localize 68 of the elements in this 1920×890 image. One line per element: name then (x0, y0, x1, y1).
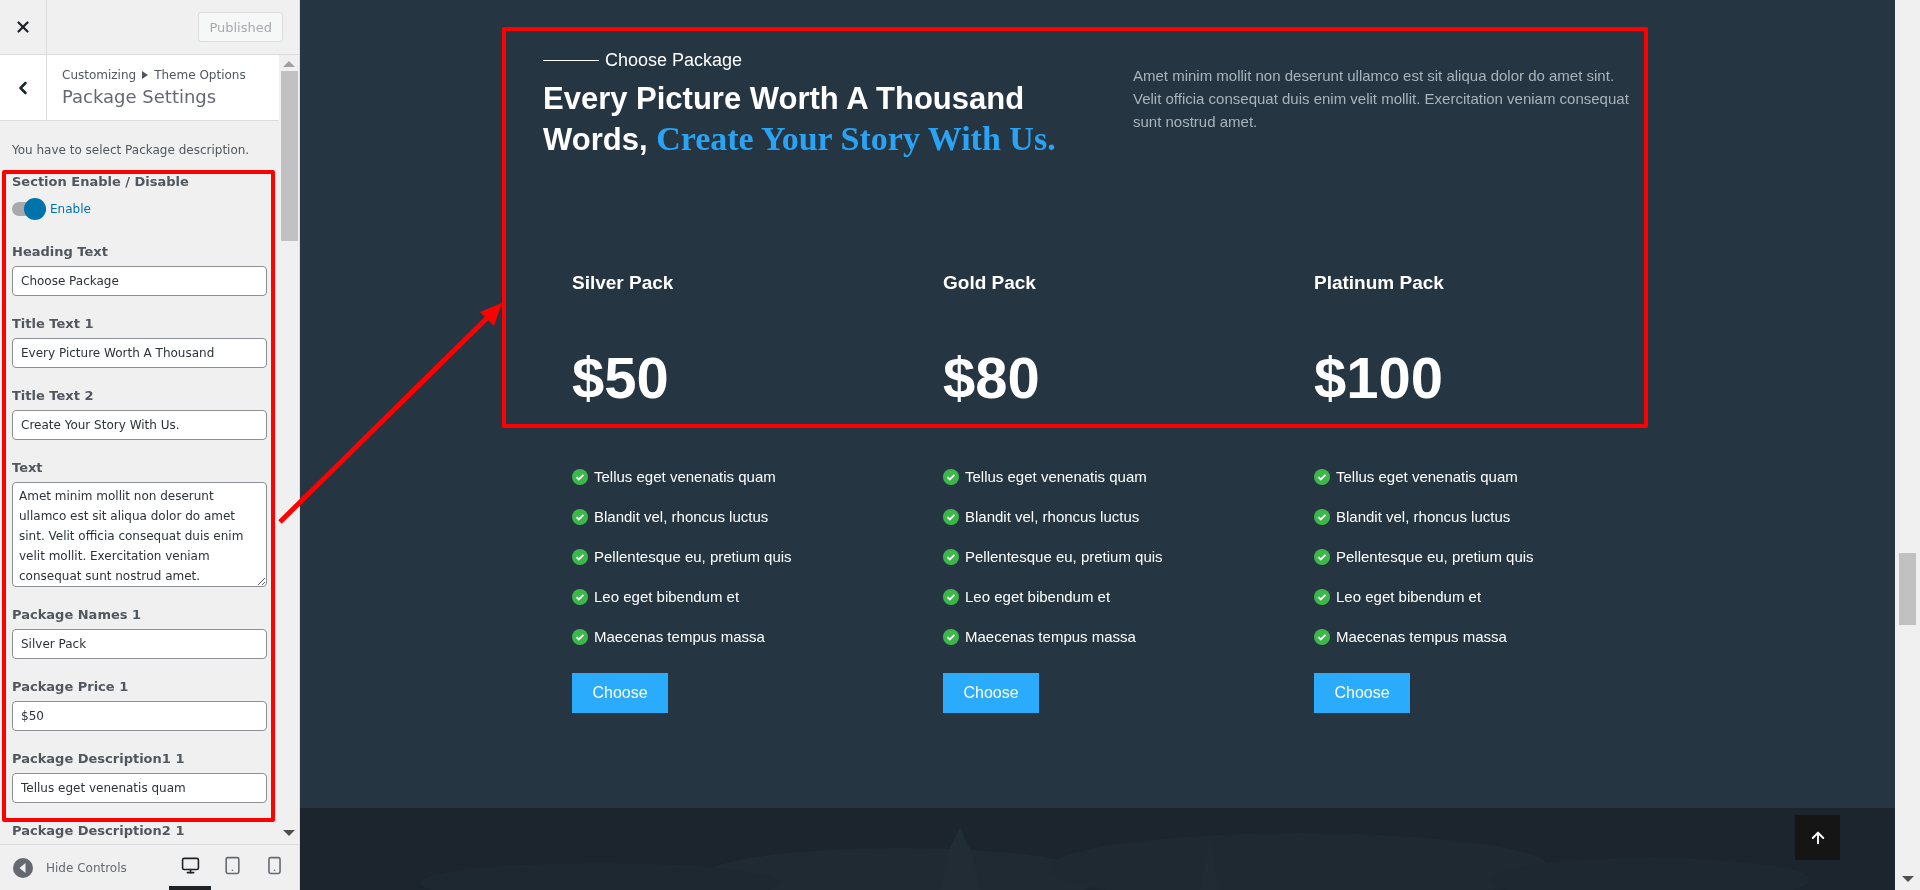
check-icon (572, 548, 588, 565)
feature-text: Maecenas tempus massa (1336, 627, 1507, 647)
check-icon (572, 508, 588, 525)
feature-text: Blandit vel, rhoncus luctus (594, 507, 769, 527)
package-price: $100 (1314, 346, 1445, 410)
field-label: Title Text 2 (12, 388, 95, 403)
close-icon (14, 18, 32, 36)
check-icon (943, 508, 959, 525)
check-icon (1314, 628, 1330, 645)
field-label: Section Enable / Disable (12, 174, 190, 189)
check-icon (1314, 588, 1330, 605)
check-icon (943, 628, 959, 645)
feature-text: Pellentesque eu, pretium quis (1336, 547, 1534, 567)
text-field[interactable]: Create Your Story With Us. (12, 410, 267, 440)
package-price: $80 (943, 346, 1041, 410)
package-price: $50 (572, 346, 670, 410)
feature-text: Maecenas tempus massa (965, 627, 1136, 647)
text-area[interactable]: Amet minim mollit non deserunt ullamco est sit aliqua dolor do amet sint. Velit officia consequat duis enim velit mollit. Exercitation veniam consequat sunt nostrud amet. (12, 482, 267, 587)
field-label: Package Description1 1 (12, 751, 186, 766)
feature-text: Pellentesque eu, pretium quis (965, 547, 1163, 567)
package-name: Platinum Pack (1314, 272, 1445, 294)
feature-text: Tellus eget venenatis quam (594, 467, 776, 487)
check-icon (943, 548, 959, 565)
feature-text: Pellentesque eu, pretium quis (594, 547, 792, 567)
check-icon (943, 468, 959, 485)
feature-text: Leo eget bibendum et (1336, 587, 1482, 607)
breadcrumb-item: Theme Options (154, 68, 246, 82)
package-name: Silver Pack (572, 272, 675, 294)
breadcrumb-item: Customizing (62, 68, 137, 82)
field-label: Package Description2 1 (12, 823, 186, 838)
field-label: Title Text 1 (12, 316, 95, 331)
check-icon (572, 588, 588, 605)
section-heading: Every Picture Worth A Thousand Words, Create Your Story With Us. (543, 80, 1057, 159)
text-field[interactable]: $50 (12, 701, 267, 731)
text-field[interactable]: Every Picture Worth A Thousand (12, 338, 267, 368)
field-label: Heading Text (12, 244, 109, 259)
text-field[interactable]: Tellus eget venenatis quam (12, 773, 267, 803)
text-field[interactable]: Silver Pack (12, 629, 267, 659)
collapse-icon (12, 856, 34, 879)
package-name: Gold Pack (943, 272, 1037, 294)
feature-text: Blandit vel, rhoncus luctus (1336, 507, 1511, 527)
feature-text: Blandit vel, rhoncus luctus (965, 507, 1140, 527)
toggle-label: Enable (50, 202, 91, 216)
back-to-top-button[interactable] (1795, 815, 1840, 860)
desktop-icon (180, 856, 200, 875)
feature-text: Tellus eget venenatis quam (1336, 467, 1518, 487)
check-icon (572, 468, 588, 485)
field-label: Text (12, 460, 44, 475)
check-icon (1314, 468, 1330, 485)
hide-controls-button[interactable]: Hide Controls (12, 856, 127, 879)
check-icon (572, 628, 588, 645)
field-label: Package Names 1 (12, 607, 143, 622)
feature-text: Tellus eget venenatis quam (965, 467, 1147, 487)
check-icon (943, 588, 959, 605)
panel-title: Package Settings (62, 86, 218, 107)
tablet-icon (222, 856, 242, 875)
feature-text: Maecenas tempus massa (594, 627, 765, 647)
check-icon (1314, 508, 1330, 525)
intro-paragraph: Amet minim mollit non deserunt ullamco est sit aliqua dolor do amet sint. Velit officia consequat duis enim velit mollit. Exercitation veniam consequat sunt nostrud amet. (1133, 66, 1630, 132)
feature-text: Leo eget bibendum et (594, 587, 740, 607)
feature-text: Leo eget bibendum et (965, 587, 1111, 607)
field-label: Package Price 1 (12, 679, 130, 694)
section-eyebrow: Choose Package (605, 50, 743, 71)
check-icon (1314, 548, 1330, 565)
description-text: You have to select Package description. (12, 143, 251, 157)
separator-icon (142, 71, 149, 79)
scrollbar[interactable] (1895, 0, 1920, 890)
text-field[interactable]: Choose Package (12, 266, 267, 296)
